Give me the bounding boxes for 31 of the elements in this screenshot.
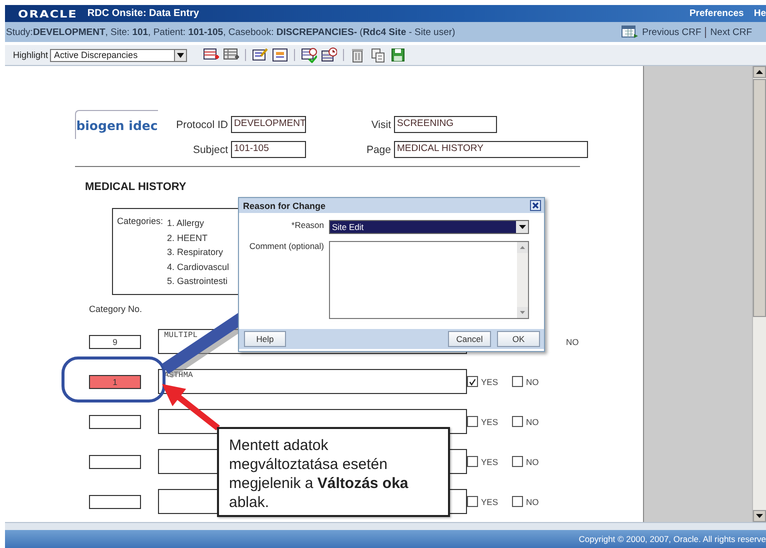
field-label: Subject <box>192 144 228 156</box>
reason-label: *Reason <box>290 220 324 232</box>
section-title: MEDICAL HISTORY <box>85 181 188 193</box>
company-logo: biogen idec <box>75 110 158 139</box>
column-label: Category No. <box>89 303 142 315</box>
option-label: NO <box>566 336 579 346</box>
app-title: RDC Onsite: Data Entry <box>87 8 200 19</box>
field-label: Visit <box>370 118 391 130</box>
option-label: YES <box>481 376 498 386</box>
category-item: 3. Respiratory <box>167 246 224 259</box>
option-label: NO <box>526 416 539 426</box>
dialog-title: Reason for Change <box>243 200 327 210</box>
field-label: Page <box>365 144 391 156</box>
category-item: 1. Allergy <box>167 217 206 230</box>
categories-label: Categories: <box>117 216 164 228</box>
category-item: 2. HEENT <box>167 232 209 244</box>
category-item: 5. Gastrointesti <box>167 275 229 288</box>
annotation-tooltip: Mentett adatok megváltoztatása esetén megjelenik a Változás oka ablak. <box>217 427 450 517</box>
highlight-label: Highlight <box>13 50 48 60</box>
option-label: NO <box>526 496 539 506</box>
option-label: YES <box>481 456 498 466</box>
category-item: 4. Cardiovascul <box>167 260 230 274</box>
option-label: YES <box>481 496 498 506</box>
option-label: NO <box>526 456 539 466</box>
comment-label: Comment (optional) <box>248 241 324 253</box>
option-label: NO <box>526 376 539 386</box>
oracle-logo: ORACLE <box>18 8 78 20</box>
casebook-info: Study:DEVELOPMENT, Site: 101, Patient: 101-105, Casebook: DISCREPANCIES- (Rdc4 Site - Site user) <box>6 26 456 38</box>
field-label: Protocol ID <box>175 118 228 130</box>
option-label: YES <box>481 416 498 426</box>
copyright-text: Copyright © 2000, 2007, Oracle. All rights reserve <box>578 534 766 544</box>
